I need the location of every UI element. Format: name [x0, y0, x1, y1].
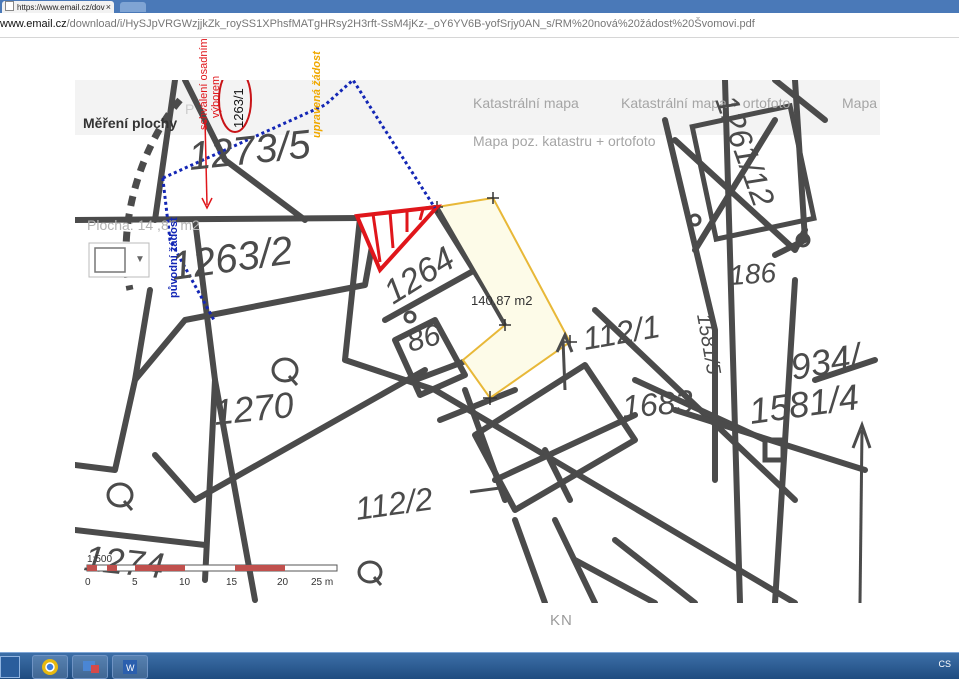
- taskbar: W CS: [0, 652, 959, 679]
- layer-tab-position-ortho[interactable]: Mapa poz. katastru + ortofoto: [473, 133, 656, 149]
- layer-tab-map[interactable]: Mapa: [842, 95, 877, 111]
- scale-tick-25: 25 m: [311, 577, 333, 588]
- scale-tick-15: 15: [226, 577, 238, 588]
- survey-point: [403, 310, 417, 324]
- dropdown-caret-icon[interactable]: ▼: [135, 254, 145, 265]
- tool-title-faded: P: [185, 101, 194, 117]
- survey-point: [688, 213, 702, 227]
- parcel-112-2: 112/2: [353, 480, 435, 526]
- tab-title: https://www.email.cz/dov: [17, 3, 105, 12]
- parcel-1263-2: 1263/2: [168, 228, 295, 289]
- scanned-map: ▼ P Měření plochy Katastrální mapa Katas…: [75, 80, 880, 603]
- word-icon[interactable]: W: [112, 655, 148, 679]
- new-tab-button[interactable]: [120, 2, 146, 12]
- measured-area-label: 140.87 m2: [471, 293, 532, 308]
- browser-tab[interactable]: https://www.email.cz/dov ×: [2, 1, 114, 13]
- url-text[interactable]: www.email.cz/download/i/HySJpVRGWzjjkZk_…: [0, 18, 755, 30]
- map-arrow: [469, 486, 501, 494]
- scale-tick-20: 20: [277, 577, 289, 588]
- parcel-labels: 1273/5 1263/2 1264 86 112/1 1683 1270 11…: [82, 90, 867, 586]
- browser-tab-bar: https://www.email.cz/dov ×: [0, 0, 959, 13]
- parcel-1683: 1683: [620, 383, 694, 425]
- tool-title: Měření plochy: [83, 115, 177, 131]
- scale-tick-0: 0: [85, 577, 91, 588]
- start-button[interactable]: [0, 656, 20, 678]
- address-bar[interactable]: www.email.cz/download/i/HySJpVRGWzjjkZk_…: [0, 13, 959, 38]
- map-arrow: [561, 339, 567, 391]
- scale-tick-5: 5: [132, 577, 138, 588]
- parcel-186: 186: [728, 257, 777, 291]
- url-path: /download/i/HySJpVRGWzjjkZk_roySS1XPhsfM…: [66, 18, 755, 30]
- parcel-1270: 1270: [212, 384, 296, 433]
- page-icon: [5, 1, 14, 11]
- url-host: www.email.cz: [0, 18, 67, 30]
- layer-tab-cadastral[interactable]: Katastrální mapa: [473, 95, 579, 111]
- map-arrow: [858, 429, 864, 603]
- area-label: Plocha: 14 ,87 m2: [87, 217, 200, 233]
- scale-tick-10: 10: [179, 577, 191, 588]
- close-tab-icon[interactable]: ×: [106, 1, 111, 13]
- map-footer-label: KN: [550, 612, 573, 629]
- svg-text:W: W: [126, 663, 135, 673]
- cadastral-map: ▼ P Měření plochy Katastrální mapa Katas…: [75, 80, 880, 603]
- parcel-112-1: 112/1: [580, 308, 663, 357]
- language-indicator[interactable]: CS: [938, 659, 951, 669]
- scale-ratio: 1:500: [87, 554, 112, 565]
- shape-swatch[interactable]: [94, 247, 126, 273]
- network-app-icon[interactable]: [72, 655, 108, 679]
- layer-tab-cadastral-ortho[interactable]: Katastrální mapa + ortofoto: [621, 95, 790, 111]
- parcel-1581-5: 1581/5: [692, 312, 724, 377]
- parcel-1581-4: 1581/4: [746, 376, 861, 432]
- chrome-icon[interactable]: [32, 655, 68, 679]
